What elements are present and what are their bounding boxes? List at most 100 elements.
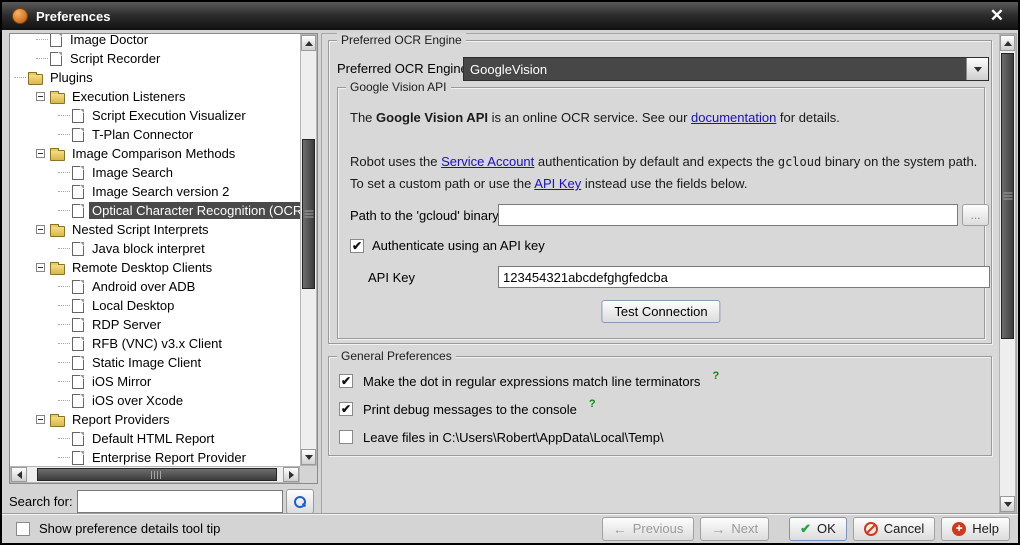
collapse-handle-icon[interactable] <box>36 225 45 234</box>
text-segment: Google Vision API <box>376 110 488 125</box>
collapse-handle-icon[interactable] <box>36 149 45 158</box>
tree-item[interactable]: RFB (VNC) v3.x Client <box>10 334 300 353</box>
doc-icon <box>72 185 84 199</box>
cancel-button-label: Cancel <box>884 521 924 536</box>
tree-scrollbar-thumb[interactable] <box>302 139 315 289</box>
panel-scrollbar-thumb[interactable] <box>1001 53 1014 339</box>
tree-connector <box>58 400 70 401</box>
general-pref-row[interactable]: Make the dot in regular expressions matc… <box>339 367 981 395</box>
doc-icon <box>50 34 62 47</box>
doc-icon <box>72 451 84 465</box>
tree-connector <box>58 343 70 344</box>
dialog-buttons: ←Previous→Next ✔OK Cancel ✚Help <box>602 517 1010 541</box>
doc-icon <box>72 109 84 123</box>
panel-vertical-scrollbar[interactable] <box>999 34 1016 513</box>
tree-vertical-scrollbar[interactable] <box>300 34 317 466</box>
auth-api-key-checkbox[interactable] <box>350 239 364 253</box>
tree-item[interactable]: Image Comparison Methods <box>10 144 300 163</box>
tree-item[interactable]: Script Recorder <box>10 49 300 68</box>
doc-icon <box>50 52 62 66</box>
api-key-input[interactable] <box>498 266 990 288</box>
tree-item[interactable]: T-Plan Connector <box>10 125 300 144</box>
show-tooltip-checkbox[interactable] <box>16 522 30 536</box>
tree-item[interactable]: Default HTML Report <box>10 429 300 448</box>
folder-icon <box>28 74 43 85</box>
text-segment: To set a custom path or use the <box>350 176 534 191</box>
tree-item-label: Script Recorder <box>67 50 163 67</box>
search-input[interactable] <box>77 490 283 513</box>
general-pref-row[interactable]: Print debug messages to the console? <box>339 395 981 423</box>
show-tooltip-checkbox-row[interactable]: Show preference details tool tip <box>16 521 602 536</box>
general-pref-row[interactable]: Leave files in C:\Users\Robert\AppData\L… <box>339 423 981 451</box>
ok-button-label: OK <box>817 521 836 536</box>
link[interactable]: documentation <box>691 110 776 125</box>
chevron-down-icon[interactable] <box>966 58 988 80</box>
general-preferences-list: Make the dot in regular expressions matc… <box>339 367 981 451</box>
tree-item[interactable]: iOS Mirror <box>10 372 300 391</box>
tree-connector <box>58 248 70 249</box>
scroll-up-icon[interactable] <box>1000 35 1015 51</box>
scroll-down-icon[interactable] <box>1000 496 1015 512</box>
text-segment: is an online OCR service. See our <box>488 110 691 125</box>
auth-text-line2: To set a custom path or use the API Key … <box>350 174 747 194</box>
general-pref-label: Make the dot in regular expressions matc… <box>363 374 700 389</box>
test-connection-button[interactable]: Test Connection <box>601 300 720 323</box>
tree-connector <box>58 172 70 173</box>
tree-item[interactable]: Report Providers <box>10 410 300 429</box>
tree-item[interactable]: Image Doctor <box>10 34 300 49</box>
search-button[interactable] <box>286 489 314 514</box>
close-icon[interactable]: ✕ <box>990 6 1004 26</box>
link[interactable]: API Key <box>534 176 581 191</box>
scroll-up-icon[interactable] <box>301 35 316 51</box>
tree-horizontal-scrollbar[interactable] <box>10 466 300 483</box>
ocr-engine-dropdown[interactable]: GoogleVision <box>463 57 989 81</box>
auth-api-key-checkbox-row[interactable]: Authenticate using an API key <box>350 238 545 253</box>
tree-item[interactable]: Enterprise Report Provider <box>10 448 300 466</box>
tree-item[interactable]: Local Desktop <box>10 296 300 315</box>
tree-item[interactable]: iOS over Xcode <box>10 391 300 410</box>
tree-item-label: Image Search <box>89 164 176 181</box>
scroll-right-icon[interactable] <box>283 467 299 482</box>
collapse-handle-icon[interactable] <box>36 92 45 101</box>
help-icon[interactable]: ? <box>589 395 596 410</box>
tree-item[interactable]: Image Search <box>10 163 300 182</box>
help-button[interactable]: ✚Help <box>941 517 1010 541</box>
help-icon[interactable]: ? <box>712 367 719 382</box>
next-button[interactable]: →Next <box>700 517 769 541</box>
tree-item[interactable]: Optical Character Recognition (OCR) <box>10 201 300 220</box>
tree-item[interactable]: Image Search version 2 <box>10 182 300 201</box>
scroll-down-icon[interactable] <box>301 449 316 465</box>
google-vision-api-group: Google Vision API The Google Vision API … <box>337 87 985 339</box>
browse-button[interactable]: ... <box>962 204 989 226</box>
previous-button-label: Previous <box>633 521 684 536</box>
tree-item-label: iOS over Xcode <box>89 392 186 409</box>
gcloud-path-input[interactable] <box>498 204 958 226</box>
tree-item[interactable]: RDP Server <box>10 315 300 334</box>
ok-button[interactable]: ✔OK <box>789 517 847 541</box>
doc-icon <box>72 375 84 389</box>
tree-hscrollbar-thumb[interactable] <box>37 468 277 481</box>
checkbox[interactable] <box>339 430 353 444</box>
scroll-left-icon[interactable] <box>11 467 27 482</box>
previous-button[interactable]: ←Previous <box>602 517 695 541</box>
tree-connector <box>58 191 70 192</box>
tree-connector <box>14 77 26 78</box>
checkbox[interactable] <box>339 402 353 416</box>
tree-item[interactable]: Nested Script Interprets <box>10 220 300 239</box>
link[interactable]: Service Account <box>441 154 534 169</box>
general-pref-label: Print debug messages to the console <box>363 402 577 417</box>
tree-item[interactable]: Java block interpret <box>10 239 300 258</box>
tree-item[interactable]: Script Execution Visualizer <box>10 106 300 125</box>
tree-item[interactable]: Plugins <box>10 68 300 87</box>
tree-item[interactable]: Static Image Client <box>10 353 300 372</box>
checkbox[interactable] <box>339 374 353 388</box>
cancel-button[interactable]: Cancel <box>853 517 935 541</box>
next-icon: → <box>711 522 725 536</box>
collapse-handle-icon[interactable] <box>36 263 45 272</box>
tree-item[interactable]: Android over ADB <box>10 277 300 296</box>
collapse-handle-icon[interactable] <box>36 415 45 424</box>
tree-item-label: Nested Script Interprets <box>69 221 212 238</box>
tree-connector <box>36 39 48 40</box>
tree-item[interactable]: Execution Listeners <box>10 87 300 106</box>
tree-item[interactable]: Remote Desktop Clients <box>10 258 300 277</box>
